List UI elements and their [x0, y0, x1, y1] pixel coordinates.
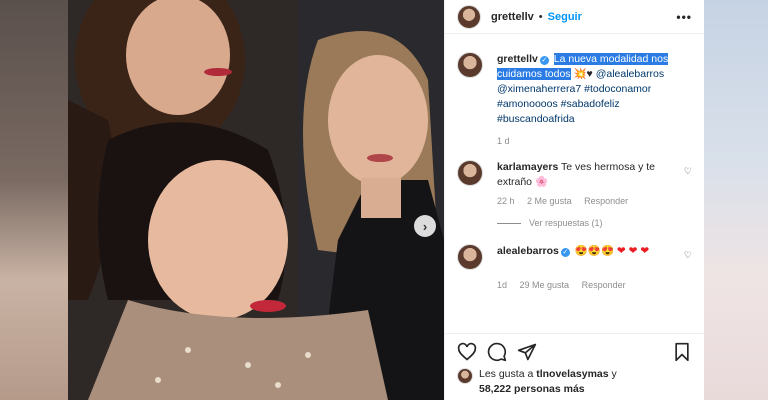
- caption-meta: 1 d: [497, 136, 692, 146]
- comment-item: karlamayers Te ves hermosa y te extraño …: [457, 160, 692, 190]
- comment-body: 😍😍😍 ❤ ❤ ❤: [574, 245, 650, 257]
- comment-item: alealebarros ✓ 😍😍😍 ❤ ❤ ❤ ♡: [457, 244, 692, 270]
- replies-divider: [497, 222, 521, 224]
- more-options-icon[interactable]: •••: [676, 10, 692, 24]
- post-side-panel: grettellv • Seguir ••• grettellv ✓ La nue…: [444, 0, 704, 400]
- action-bar: [445, 333, 704, 369]
- blurred-background-left: [0, 0, 68, 400]
- blurred-background-right: [704, 0, 768, 400]
- likes-summary: Les gusta a tlnovelasymas y 58,222 perso…: [457, 367, 692, 397]
- chevron-right-icon: ›: [422, 218, 428, 234]
- verified-icon: ✓: [539, 56, 549, 65]
- comment-icon[interactable]: [487, 342, 507, 362]
- comment-username[interactable]: karlamayers: [497, 161, 558, 173]
- avatar[interactable]: [457, 4, 481, 29]
- comments-list: grettellv ✓ La nueva modalidad nos cuidam…: [457, 52, 692, 290]
- comment-text: karlamayers Te ves hermosa y te extraño …: [497, 160, 678, 190]
- post-username[interactable]: grettellv: [491, 11, 534, 23]
- reply-button[interactable]: Responder: [582, 280, 626, 290]
- caption-text: grettellv ✓ La nueva modalidad nos cuidam…: [497, 52, 692, 127]
- comment-time[interactable]: 22 h: [497, 196, 515, 206]
- heart-icon[interactable]: [457, 342, 477, 362]
- hashtag-link[interactable]: #todoconamor: [584, 83, 651, 95]
- avatar[interactable]: [457, 160, 483, 186]
- comment-meta: 22 h 2 Me gusta Responder: [497, 196, 692, 206]
- mention-link[interactable]: @alealebarros: [596, 68, 664, 80]
- comment-username[interactable]: alealebarros: [497, 245, 559, 257]
- avatar[interactable]: [457, 244, 483, 270]
- caption-time[interactable]: 1 d: [497, 136, 510, 146]
- reply-button[interactable]: Responder: [584, 196, 628, 206]
- comment-meta: 1d 29 Me gusta Responder: [497, 280, 692, 290]
- header-separator: •: [538, 10, 543, 23]
- next-photo-button[interactable]: ›: [414, 215, 436, 237]
- share-icon[interactable]: [517, 342, 537, 362]
- caption-username[interactable]: grettellv: [497, 53, 538, 65]
- likes-text: Les gusta a tlnovelasymas y 58,222 perso…: [479, 367, 617, 397]
- comment-text: alealebarros ✓ 😍😍😍 ❤ ❤ ❤: [497, 244, 678, 270]
- view-replies-label[interactable]: Ver respuestas (1): [529, 218, 603, 228]
- hashtag-link[interactable]: #sabadofeliz: [561, 98, 620, 110]
- mention-link[interactable]: @ximenaherrera7: [497, 83, 581, 95]
- post-header: grettellv • Seguir •••: [445, 0, 704, 34]
- comment-likes[interactable]: 29 Me gusta: [520, 280, 570, 290]
- caption: grettellv ✓ La nueva modalidad nos cuidam…: [457, 52, 692, 127]
- post-photo[interactable]: [68, 0, 444, 400]
- hashtag-link[interactable]: #amonoooos: [497, 98, 558, 110]
- view-replies[interactable]: Ver respuestas (1): [497, 218, 692, 228]
- comment-like-icon[interactable]: ♡: [684, 166, 692, 190]
- comment-likes[interactable]: 2 Me gusta: [527, 196, 572, 206]
- hashtag-link[interactable]: #buscandoafrida: [497, 113, 575, 125]
- follow-button[interactable]: Seguir: [548, 11, 582, 23]
- likes-count[interactable]: 58,222 personas más: [479, 383, 585, 395]
- avatar[interactable]: [457, 368, 473, 384]
- comment-like-icon[interactable]: ♡: [684, 250, 692, 270]
- bookmark-icon[interactable]: [672, 342, 692, 362]
- caption-emojis: 💥♥: [573, 68, 593, 80]
- likes-prefix: Les gusta a: [479, 368, 537, 380]
- comment-time[interactable]: 1d: [497, 280, 507, 290]
- avatar[interactable]: [457, 52, 483, 78]
- likes-middle: y: [608, 368, 617, 380]
- verified-icon: ✓: [560, 248, 570, 257]
- liker-username[interactable]: tlnovelasymas: [536, 368, 608, 380]
